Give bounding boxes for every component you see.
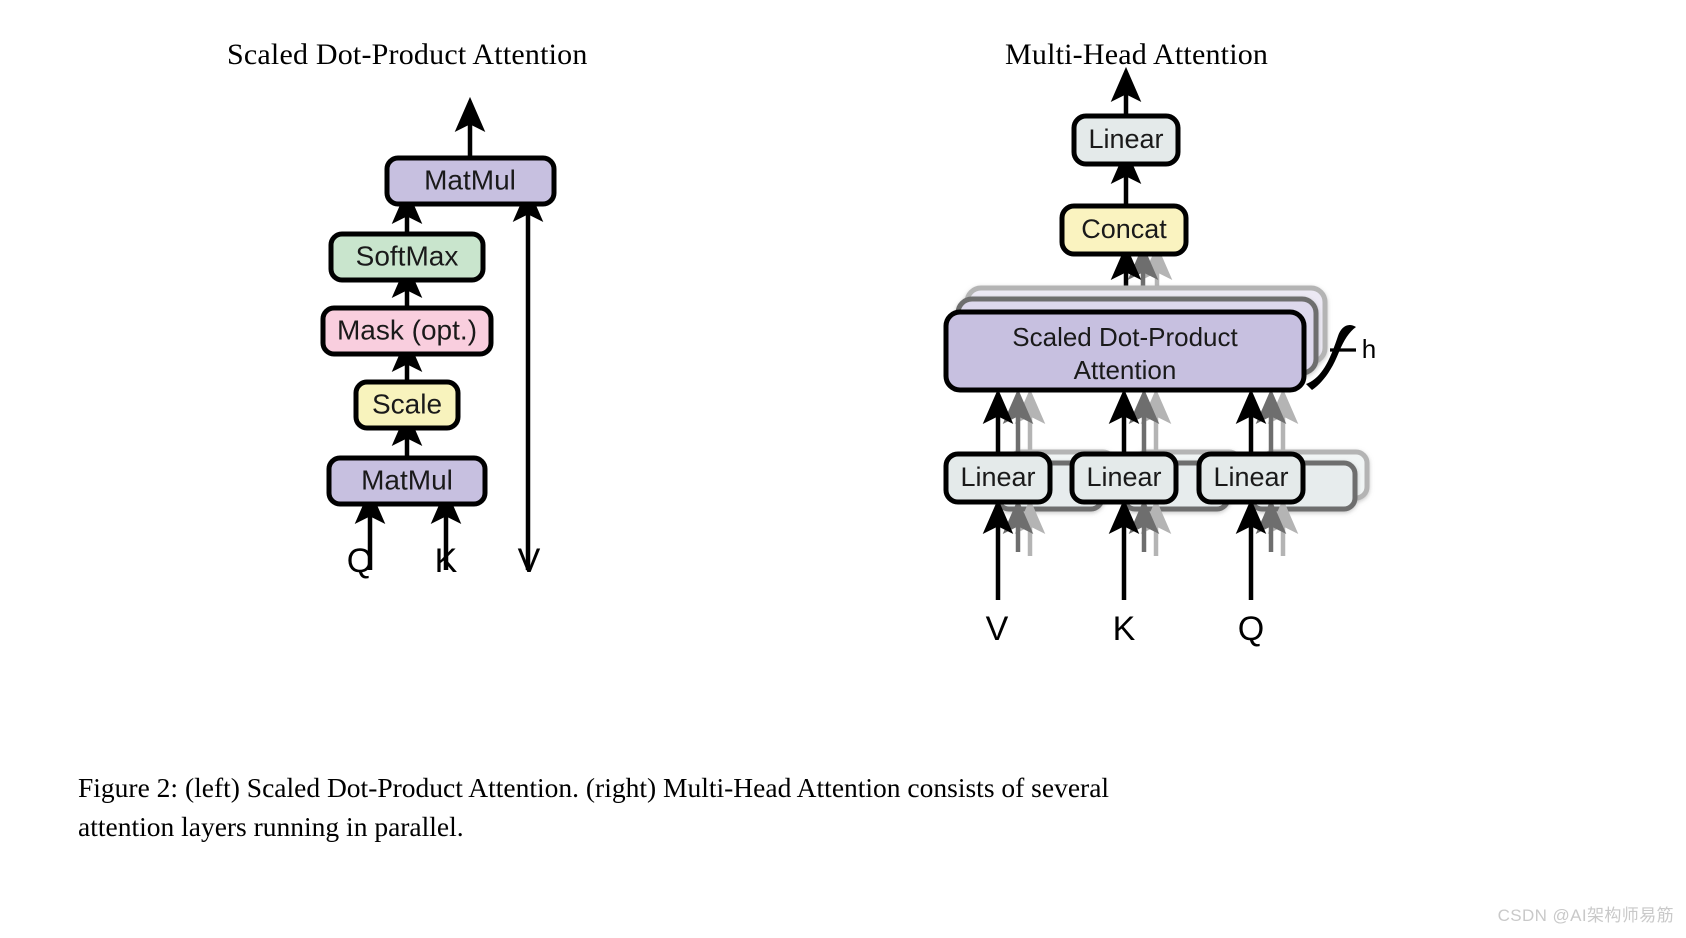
left-block-matmul-top-label: MatMul <box>424 164 516 195</box>
right-block-linear-v-label: Linear <box>960 462 1035 492</box>
right-input-label-v: V <box>986 610 1009 648</box>
left-input-label-v: V <box>518 542 541 580</box>
left-block-mask[interactable]: Mask (opt.) <box>320 305 494 357</box>
figure-root: Scaled Dot-Product Attention Multi-Head … <box>0 0 1686 938</box>
heads-count-label: h <box>1362 334 1376 364</box>
right-block-sdpa-label-line1: Scaled Dot-Product <box>1012 322 1238 352</box>
right-block-sdpa[interactable]: Scaled Dot-Product Attention <box>943 309 1307 393</box>
right-block-linear-out[interactable]: Linear <box>1071 113 1181 167</box>
right-block-linear-q-label: Linear <box>1213 462 1288 492</box>
right-block-linear-q[interactable]: Linear <box>1196 451 1306 505</box>
right-block-concat-label: Concat <box>1081 214 1167 244</box>
left-block-scale[interactable]: Scale <box>353 379 461 431</box>
left-input-label-q: Q <box>347 542 373 580</box>
right-block-linear-out-label: Linear <box>1088 124 1163 154</box>
right-ghost-input-arrows <box>1002 498 1299 556</box>
right-block-linear-v[interactable]: Linear <box>943 451 1053 505</box>
left-block-mask-label: Mask (opt.) <box>337 314 477 345</box>
left-block-softmax-label: SoftMax <box>356 240 459 271</box>
watermark: CSDN @AI架构师易筋 <box>1497 906 1674 925</box>
figure-caption-line1: Figure 2: (left) Scaled Dot-Product Atte… <box>78 772 1110 803</box>
figure-caption: Figure 2: (left) Scaled Dot-Product Atte… <box>78 768 1528 846</box>
right-panel: Linear Concat Scaled Dot-Product Attenti… <box>943 66 1376 648</box>
left-block-matmul-top[interactable]: MatMul <box>384 155 557 207</box>
right-block-linear-k-label: Linear <box>1086 462 1161 492</box>
right-input-label-q: Q <box>1238 610 1264 648</box>
right-block-concat[interactable]: Concat <box>1059 203 1189 257</box>
right-block-linear-k[interactable]: Linear <box>1069 451 1179 505</box>
right-block-sdpa-label-line2: Attention <box>1074 355 1177 385</box>
left-block-softmax[interactable]: SoftMax <box>328 231 486 283</box>
left-block-scale-label: Scale <box>372 388 442 419</box>
left-block-matmul-bottom-label: MatMul <box>361 464 453 495</box>
left-panel: MatMul SoftMax Mask (opt.) Scale MatMul <box>320 96 557 580</box>
left-input-label-k: K <box>435 542 458 580</box>
left-block-matmul-bottom[interactable]: MatMul <box>326 455 488 507</box>
figure-caption-line2: attention layers running in parallel. <box>78 811 464 843</box>
right-input-label-k: K <box>1113 610 1136 648</box>
